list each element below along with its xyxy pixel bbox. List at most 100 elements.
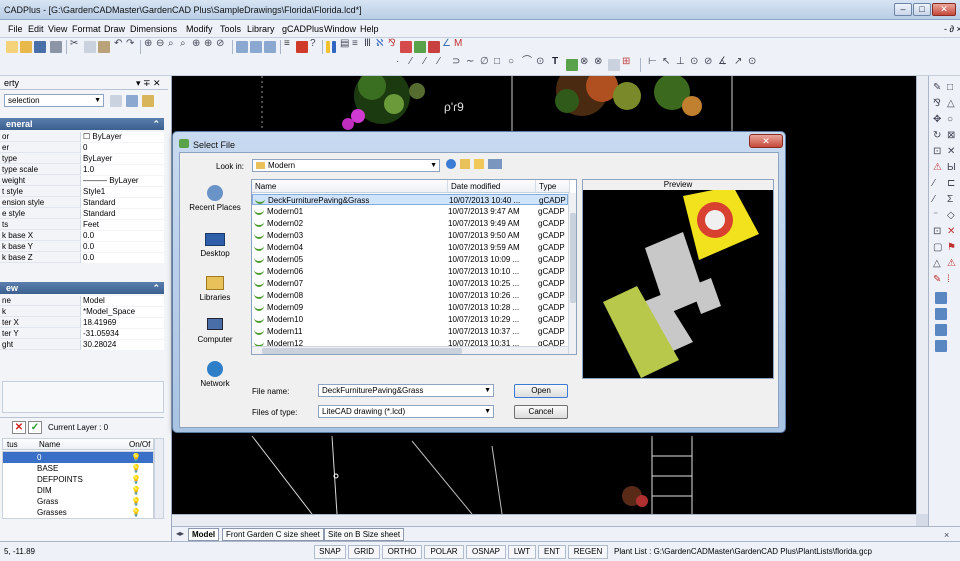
open-button[interactable]: Open [514, 384, 568, 398]
cut-icon[interactable]: ✂ [70, 38, 78, 50]
up-folder-icon[interactable] [460, 159, 470, 169]
set-current-layer-icon[interactable]: ✓ [28, 421, 42, 434]
menu-tools[interactable]: Tools [220, 24, 241, 34]
menu-gcadplus[interactable]: gCADPlus [282, 24, 324, 34]
property-row[interactable]: type scale 1.0 [0, 165, 164, 175]
circle-icon[interactable]: ○ [508, 56, 514, 68]
snap-toggle[interactable]: SNAP [314, 545, 346, 559]
menu-file[interactable]: File [8, 24, 23, 34]
copy-icon[interactable] [84, 41, 96, 53]
undo-icon[interactable]: ↶ [114, 38, 122, 50]
file-row[interactable]: DeckFurniturePaving&Grass 10/07/2013 10:4… [252, 194, 568, 205]
file-row[interactable]: Modern09 10/07/2013 10:28 ... gCADP [252, 302, 568, 313]
lines-icon[interactable]: ≡ [352, 38, 358, 50]
file-list-hscroll[interactable] [252, 346, 568, 354]
grid-toggle[interactable]: GRID [348, 545, 380, 559]
layer-row[interactable]: DIM 💡 [3, 485, 153, 496]
delete-layer-icon[interactable]: ✕ [12, 421, 26, 434]
zoom-all-icon[interactable]: ⊕ [204, 38, 212, 50]
general-section-header[interactable]: eneral ⌃ [0, 118, 164, 130]
property-row[interactable]: er 0 [0, 143, 164, 153]
close-button[interactable]: ✕ [932, 3, 956, 16]
marker-icon[interactable]: M [454, 38, 462, 50]
mirror-icon[interactable]: ⅋ [933, 98, 941, 110]
property-row[interactable]: ter Y -31.05934 [0, 329, 164, 339]
layer-on-icon[interactable]: 💡 [131, 496, 141, 507]
tab-nav-icon[interactable]: ◂▸ [176, 528, 184, 540]
person-icon[interactable]: ℵ [376, 38, 383, 50]
menu-window[interactable]: Window [324, 24, 356, 34]
property-value[interactable]: *Model_Space [80, 307, 164, 317]
ortho-toggle[interactable]: ORTHO [382, 545, 422, 559]
place-desktop[interactable]: Desktop [184, 229, 246, 269]
arc-3pt-icon[interactable]: ⌒ [522, 56, 532, 68]
property-row[interactable]: ter X 18.41969 [0, 318, 164, 328]
back-icon[interactable] [446, 159, 456, 169]
property-value[interactable]: 1.0 [80, 165, 164, 175]
property-value[interactable]: 18.41969 [80, 318, 164, 328]
file-row[interactable]: Modern11 10/07/2013 10:37 ... gCADP [252, 326, 568, 337]
layer-tool-2-icon[interactable] [935, 308, 947, 320]
grid-view-2-icon[interactable] [250, 41, 262, 53]
cancel-button[interactable]: Cancel [514, 405, 568, 419]
file-row[interactable]: Modern05 10/07/2013 10:09 ... gCADP [252, 254, 568, 265]
file-row[interactable]: Modern06 10/07/2013 10:10 ... gCADP [252, 266, 568, 277]
save-icon[interactable] [34, 41, 46, 53]
text-icon[interactable]: T [552, 56, 558, 68]
property-row[interactable]: e style Standard [0, 209, 164, 219]
pan-icon[interactable]: ⊘ [216, 38, 224, 50]
property-value[interactable]: 0.0 [80, 242, 164, 252]
property-value[interactable]: Feet [80, 220, 164, 230]
property-row[interactable]: ne Model [0, 296, 164, 306]
xline-icon[interactable]: ⁄ [438, 56, 440, 68]
panel-pin-icon[interactable]: ▾ ∓ ✕ [136, 78, 161, 89]
break-icon[interactable]: Ы [947, 162, 956, 174]
divide-icon[interactable]: ◇ [947, 210, 955, 222]
paste-icon[interactable] [98, 41, 110, 53]
spline-icon[interactable]: ∼ [466, 56, 474, 68]
property-value[interactable]: Style1 [80, 187, 164, 197]
help-question-icon[interactable]: ? [310, 38, 316, 50]
col-header-name[interactable]: Name [252, 180, 448, 193]
toggle-pickadd-icon[interactable] [142, 95, 154, 107]
ent-toggle[interactable]: ENT [538, 545, 566, 559]
dim-linear-icon[interactable]: ⊢ [648, 56, 657, 68]
pencil-icon[interactable]: ✎ [933, 274, 941, 286]
zoom-window-icon[interactable]: ⌕ [168, 38, 174, 50]
property-row[interactable]: k base Z 0.0 [0, 253, 164, 263]
regen-toggle[interactable]: REGEN [568, 545, 608, 559]
polyline-icon[interactable]: ⁄ [424, 56, 426, 68]
color-bar-2-icon[interactable] [332, 41, 336, 53]
file-row[interactable]: Modern01 10/07/2013 9:47 AM gCADP [252, 206, 568, 217]
file-row[interactable]: Modern04 10/07/2013 9:59 AM gCADP [252, 242, 568, 253]
layer-tool-3-icon[interactable] [935, 324, 947, 336]
file-list-vscroll-thumb[interactable] [570, 213, 576, 303]
rectangle-icon[interactable]: □ [494, 56, 500, 68]
move-icon[interactable]: ✥ [933, 114, 941, 126]
dots-icon[interactable]: ⁞ [947, 274, 950, 286]
lwt-toggle[interactable]: LWT [508, 545, 536, 559]
menu-dimensions[interactable]: Dimensions [130, 24, 177, 34]
zoom-in-icon[interactable]: ⊕ [144, 38, 152, 50]
scale-icon[interactable]: ⊠ [947, 130, 955, 142]
property-row[interactable]: t style Style1 [0, 187, 164, 197]
tolerance-icon[interactable]: ⊙ [748, 56, 756, 68]
hatch-icon[interactable] [566, 59, 578, 71]
file-list-vscroll[interactable] [568, 193, 576, 354]
freehand-icon[interactable]: ∅ [480, 56, 489, 68]
line-icon[interactable]: ⁄ [410, 56, 412, 68]
layer-on-icon[interactable]: 💡 [131, 507, 141, 518]
tab-site-b-size[interactable]: Site on B Size sheet [324, 528, 405, 541]
layer-state-icon[interactable] [296, 41, 308, 53]
layer-row[interactable]: Grasses 💡 [3, 507, 153, 518]
menu-draw[interactable]: Draw [104, 24, 125, 34]
layer-row[interactable]: Grass 💡 [3, 496, 153, 507]
point-icon[interactable]: · [396, 56, 399, 68]
erase-icon[interactable]: ✎ [933, 82, 941, 94]
selection-dropdown[interactable]: selection ▼ [4, 94, 104, 107]
fillet-icon[interactable]: ⊏ [947, 178, 955, 190]
explode-icon[interactable]: ⁄ [933, 194, 935, 206]
menu-edit[interactable]: Edit [28, 24, 44, 34]
align-icon[interactable]: ⁻ [933, 210, 938, 222]
menu-view[interactable]: View [48, 24, 67, 34]
